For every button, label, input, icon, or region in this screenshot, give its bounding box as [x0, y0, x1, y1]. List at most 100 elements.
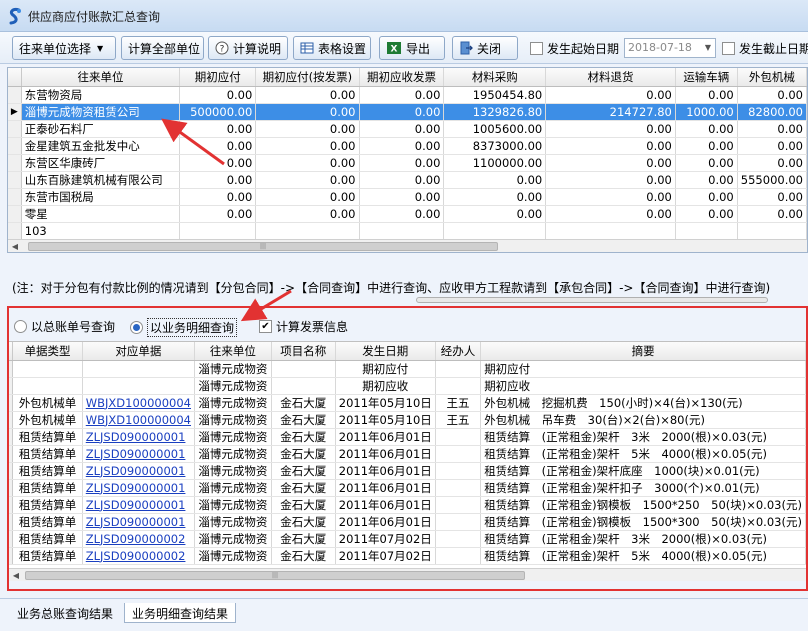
summary-col-header[interactable]: 材料采购 [443, 68, 547, 87]
calc-help-button[interactable]: ? 计算说明 [208, 36, 288, 60]
detail-cell[interactable]: 2011年06月01日 [335, 513, 436, 531]
summary-cell[interactable] [675, 222, 738, 240]
row-indicator[interactable] [8, 188, 22, 206]
detail-cell[interactable]: 租赁结算单 [12, 445, 83, 463]
summary-col-header[interactable]: 材料退货 [545, 68, 676, 87]
document-link[interactable] [82, 360, 196, 378]
summary-col-header[interactable]: 外包机械 [737, 68, 807, 87]
summary-cell[interactable]: 0.00 [545, 86, 676, 104]
summary-cell[interactable]: 0.00 [737, 120, 807, 138]
detail-cell[interactable] [435, 530, 482, 548]
summary-cell[interactable]: 0.00 [737, 188, 807, 206]
summary-cell[interactable]: 山东百脉建筑机械有限公司 [21, 171, 181, 189]
summary-cell[interactable]: 0.00 [545, 137, 676, 155]
summary-cell[interactable]: 1950454.80 [443, 86, 547, 104]
detail-cell[interactable]: 金石大厦 [271, 530, 336, 548]
detail-cell[interactable]: 租赁结算单 [12, 513, 83, 531]
detail-row[interactable]: 租赁结算单 ZLJSD090000001 淄博元成物资 金石大厦 2011年06月01日… [9, 513, 806, 531]
summary-row[interactable]: 东营市国税局 0.00 0.00 0.00 0.00 0.00 0.00 0.00 [8, 188, 807, 206]
detail-cell[interactable]: 期初应收 [335, 377, 436, 395]
document-link[interactable]: ZLJSD090000001 [82, 445, 196, 463]
detail-cell[interactable]: 淄博元成物资 [194, 428, 272, 446]
document-link[interactable]: ZLJSD090000002 [82, 547, 196, 565]
calc-invoice-checkbox[interactable]: ✔ 计算发票信息 [259, 318, 348, 335]
end-date-checkbox[interactable]: 发生截止日期 [722, 40, 808, 57]
checkbox-box[interactable] [722, 42, 735, 55]
detail-cell[interactable]: 2011年06月01日 [335, 496, 436, 514]
radio-by-account-no[interactable]: 以总账单号查询 [14, 318, 115, 335]
detail-cell[interactable]: 2011年05月10日 [335, 394, 436, 412]
export-button[interactable]: X 导出 [379, 36, 445, 60]
summary-cell[interactable]: 正泰砂石料厂 [21, 120, 181, 138]
summary-row[interactable]: 零星 0.00 0.00 0.00 0.00 0.00 0.00 0.00 [8, 205, 807, 223]
radio-by-business-detail[interactable]: 以业务明细查询 [130, 318, 238, 337]
summary-cell[interactable]: 0.00 [675, 137, 738, 155]
detail-cell[interactable]: 期初应收 [480, 377, 806, 395]
detail-cell[interactable]: 淄博元成物资 [194, 377, 272, 395]
detail-cell[interactable] [435, 445, 482, 463]
chevron-down-icon[interactable]: ▼ [702, 40, 714, 56]
summary-cell[interactable] [737, 222, 807, 240]
checkbox-box[interactable] [530, 42, 543, 55]
detail-cell[interactable]: 租赁结算单 [12, 428, 83, 446]
detail-cell[interactable]: 租赁结算 (正常租金)架杆底座 1000(块)×0.01(元) [480, 462, 806, 480]
detail-cell[interactable]: 金石大厦 [271, 411, 336, 429]
summary-cell[interactable]: 0.00 [545, 154, 676, 172]
summary-cell[interactable]: 8373000.00 [443, 137, 547, 155]
summary-cell[interactable]: 东营物资局 [21, 86, 181, 104]
summary-cell[interactable]: 0.00 [359, 103, 445, 121]
detail-cell[interactable]: 金石大厦 [271, 496, 336, 514]
summary-cell[interactable]: 0.00 [359, 120, 445, 138]
summary-cell[interactable]: 0.00 [675, 154, 738, 172]
detail-cell[interactable] [435, 547, 482, 565]
detail-row[interactable]: 淄博元成物资 期初应付 期初应付 [9, 360, 806, 378]
summary-cell[interactable]: 0.00 [359, 171, 445, 189]
document-link[interactable]: WBJXD100000004 [82, 394, 196, 412]
summary-cell[interactable]: 1329826.80 [443, 103, 547, 121]
detail-cell[interactable]: 租赁结算 (正常租金)架杆 3米 2000(根)×0.03(元) [480, 530, 806, 548]
scroll-thumb[interactable]: ||| [28, 242, 498, 251]
detail-cell[interactable]: 2011年06月01日 [335, 462, 436, 480]
summary-cell[interactable]: 零星 [21, 205, 181, 223]
summary-cell[interactable]: 0.00 [255, 103, 360, 121]
summary-cell[interactable]: 0.00 [545, 188, 676, 206]
detail-cell[interactable]: 淄博元成物资 [194, 530, 272, 548]
detail-cell[interactable]: 租赁结算单 [12, 462, 83, 480]
detail-cell[interactable]: 期初应付 [480, 360, 806, 378]
detail-cell[interactable]: 租赁结算 (正常租金)架杆扣子 3000(个)×0.01(元) [480, 479, 806, 497]
detail-cell[interactable]: 淄博元成物资 [194, 547, 272, 565]
detail-cell[interactable]: 租赁结算单 [12, 530, 83, 548]
summary-cell[interactable]: 82800.00 [737, 103, 807, 121]
detail-cell[interactable]: 2011年07月02日 [335, 547, 436, 565]
row-indicator[interactable] [8, 205, 22, 223]
detail-col-header[interactable]: 往来单位 [194, 342, 272, 361]
summary-cell[interactable]: 0.00 [443, 171, 547, 189]
detail-cell[interactable]: 租赁结算 (正常租金)钢模板 1500*250 50(块)×0.03(元) [480, 496, 806, 514]
row-indicator[interactable] [8, 171, 22, 189]
summary-cell[interactable]: 500000.00 [179, 103, 257, 121]
summary-row[interactable]: 正泰砂石料厂 0.00 0.00 0.00 1005600.00 0.00 0.00 0.00 [8, 120, 807, 138]
detail-cell[interactable]: 金石大厦 [271, 462, 336, 480]
summary-col-header[interactable]: 期初应付 [179, 68, 257, 87]
scroll-left-icon[interactable]: ◀ [8, 240, 22, 252]
detail-cell[interactable]: 淄博元成物资 [194, 394, 272, 412]
detail-row[interactable]: 外包机械单 WBJXD100000004 淄博元成物资 金石大厦 2011年05月10日… [9, 394, 806, 412]
summary-cell[interactable]: 金星建筑五金批发中心 [21, 137, 181, 155]
summary-cell[interactable] [359, 222, 445, 240]
summary-cell[interactable]: 0.00 [737, 205, 807, 223]
tab-detail-result[interactable]: 业务明细查询结果 [124, 603, 237, 623]
detail-cell[interactable]: 淄博元成物资 [194, 411, 272, 429]
summary-cell[interactable]: 0.00 [255, 154, 360, 172]
detail-cell[interactable] [12, 377, 83, 395]
summary-cell[interactable]: 0.00 [179, 205, 257, 223]
summary-cell[interactable]: 0.00 [359, 137, 445, 155]
detail-cell[interactable]: 2011年06月01日 [335, 479, 436, 497]
checkbox-box[interactable]: ✔ [259, 320, 272, 333]
detail-cell[interactable]: 金石大厦 [271, 547, 336, 565]
summary-cell[interactable]: 1005600.00 [443, 120, 547, 138]
detail-row[interactable]: 租赁结算单 ZLJSD090000002 淄博元成物资 金石大厦 2011年07月02日… [9, 530, 806, 548]
row-indicator[interactable]: ▶ [8, 103, 22, 121]
detail-cell[interactable]: 2011年05月10日 [335, 411, 436, 429]
detail-row[interactable]: 租赁结算单 ZLJSD090000001 淄博元成物资 金石大厦 2011年06月01日… [9, 428, 806, 446]
row-indicator[interactable] [8, 137, 22, 155]
